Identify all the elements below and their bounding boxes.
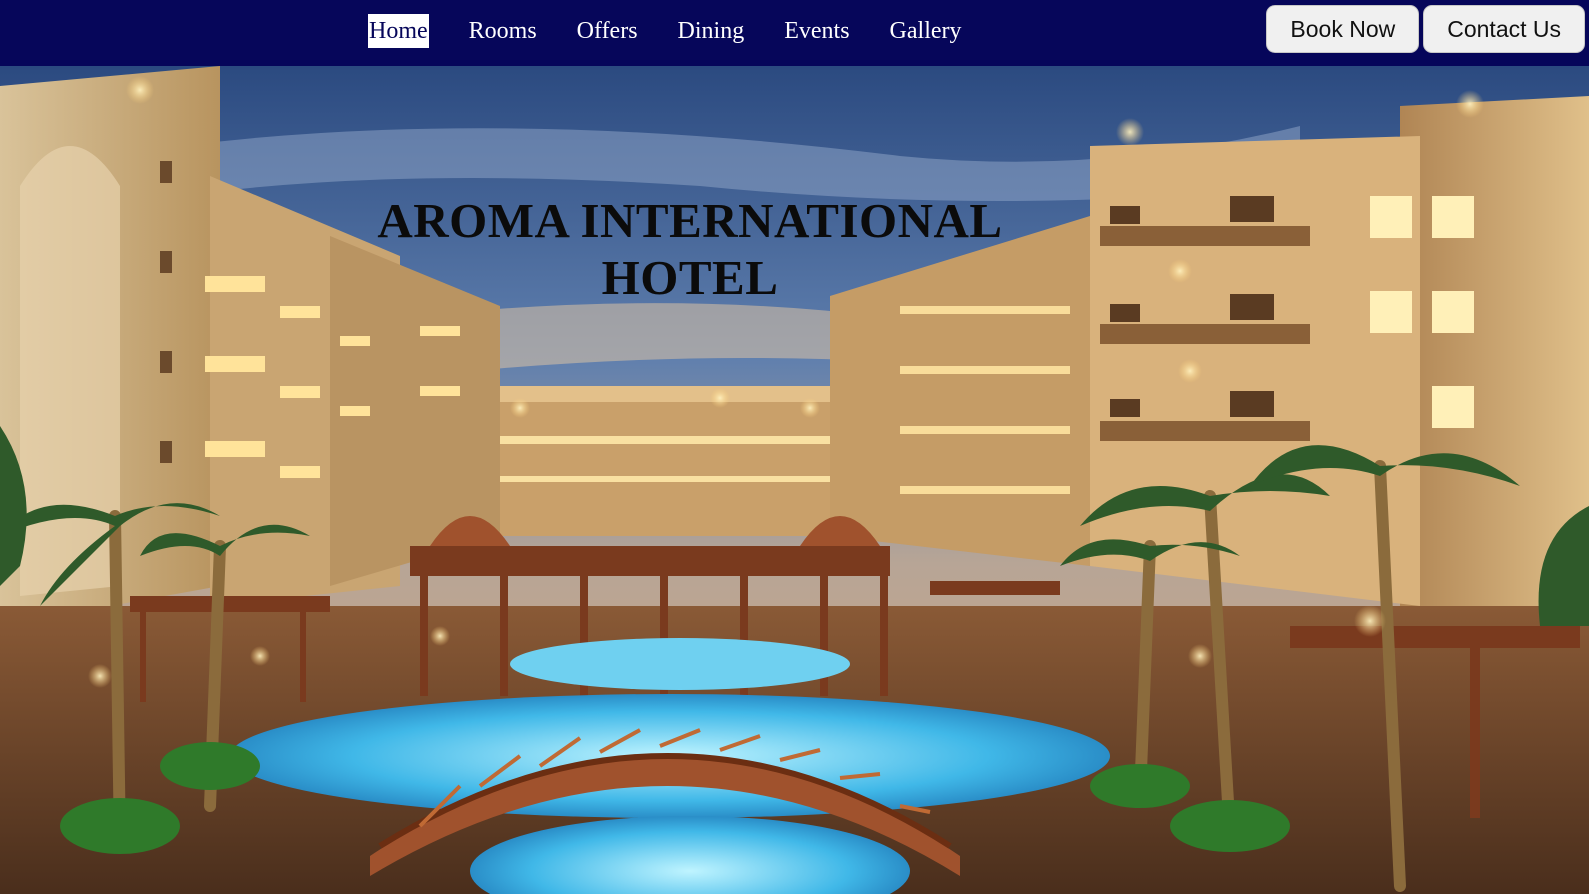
nav-link-home[interactable]: Home	[368, 14, 429, 48]
nav-link-offers[interactable]: Offers	[577, 14, 638, 48]
nav-link-rooms[interactable]: Rooms	[469, 14, 537, 48]
nav-link-events[interactable]: Events	[784, 14, 849, 48]
top-navbar: Home Rooms Offers Dining Events Gallery …	[0, 0, 1589, 66]
book-now-button[interactable]: Book Now	[1266, 5, 1420, 53]
main-nav: Home Rooms Offers Dining Events Gallery	[368, 14, 962, 48]
contact-us-button[interactable]: Contact Us	[1423, 5, 1585, 53]
hero-section: AROMA INTERNATIONAL HOTEL	[0, 66, 1589, 894]
nav-link-gallery[interactable]: Gallery	[890, 14, 962, 48]
nav-actions: Book Now Contact Us	[1266, 5, 1585, 53]
nav-link-dining[interactable]: Dining	[678, 14, 745, 48]
hotel-title: AROMA INTERNATIONAL HOTEL	[377, 193, 1003, 305]
hotel-hero-image	[0, 66, 1589, 894]
